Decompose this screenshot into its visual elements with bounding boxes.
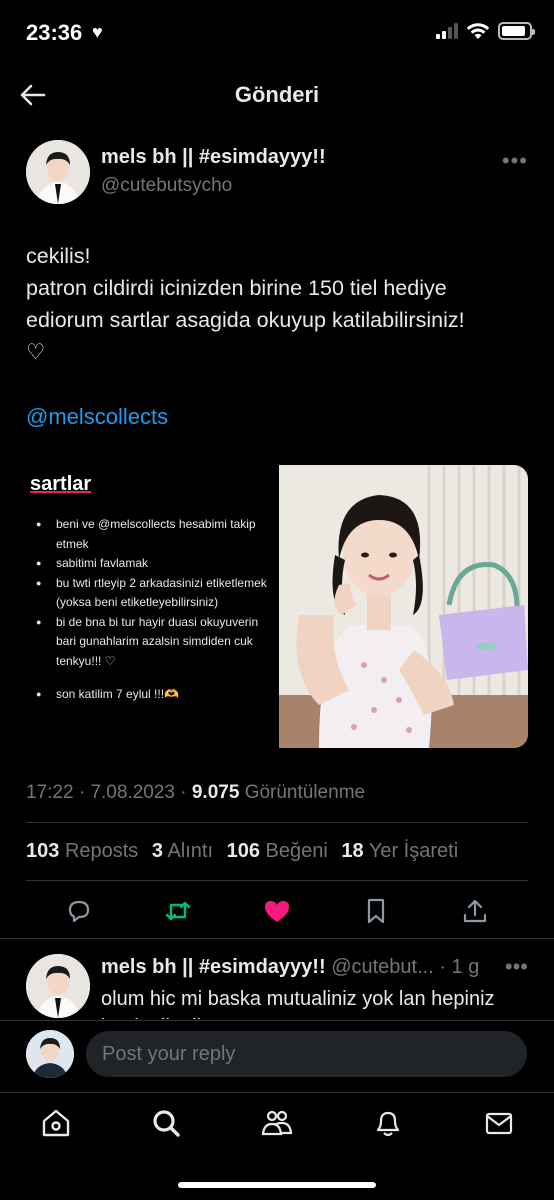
more-options-button[interactable]: ••• xyxy=(502,148,528,174)
post-date: 7.08.2023 xyxy=(90,782,175,803)
rules-image: sartlar beni ve @melscollects hesabimi t… xyxy=(26,465,278,748)
self-avatar xyxy=(26,1030,74,1078)
battery-icon xyxy=(498,22,535,40)
reply-author-avatar[interactable] xyxy=(26,954,90,1018)
post-text-line: patron cildirdi icinizden birine 150 tie… xyxy=(26,276,447,300)
reply-author-name: mels bh || #esimdayyy!! xyxy=(101,956,326,978)
communities-icon xyxy=(261,1110,293,1136)
nav-communities[interactable] xyxy=(261,1107,293,1139)
rules-list: beni ve @melscollects hesabimi takip etm… xyxy=(34,515,278,705)
author-avatar[interactable] xyxy=(26,140,90,204)
nav-notifications[interactable] xyxy=(372,1107,404,1139)
bookmark-button[interactable] xyxy=(361,896,391,926)
share-button[interactable] xyxy=(460,896,490,926)
reply-age: · 1 g xyxy=(439,956,480,978)
signal-icon xyxy=(436,23,458,39)
bookmarks-stat[interactable]: 18 Yer İşareti xyxy=(341,840,458,862)
reply-author[interactable]: mels bh || #esimdayyy!! @cutebut... · 1 … xyxy=(101,956,479,979)
status-bar: 23:36 ♥ xyxy=(0,0,554,66)
heart-filled-icon xyxy=(265,901,289,922)
post-stats: 103 Reposts 3 Alıntı 106 Beğeni 18 Yer İ… xyxy=(26,840,466,863)
post-time: 17:22 xyxy=(26,782,74,803)
like-button[interactable] xyxy=(262,896,292,926)
divider xyxy=(26,880,528,881)
views-label: Görüntülenme xyxy=(244,782,366,803)
notifications-icon xyxy=(376,1111,400,1137)
rule-item: bu twti rtleyip 2 arkadasinizi etiketlem… xyxy=(34,574,278,613)
author-handle[interactable]: @cutebutsycho xyxy=(101,175,232,197)
post-media[interactable]: sartlar beni ve @melscollects hesabimi t… xyxy=(26,465,528,748)
rule-item: bi de bna bi tur hayir duasi okuyuverin … xyxy=(34,613,278,672)
divider xyxy=(26,822,528,823)
rule-item: sabitimi favlamak xyxy=(34,554,278,574)
post-text-line: cekilis! xyxy=(26,244,91,268)
post-meta: 17:22 · 7.08.2023 · 9.075 Görüntülenme xyxy=(26,782,366,803)
repost-icon xyxy=(165,901,191,921)
search-icon xyxy=(153,1110,180,1137)
nav-search[interactable] xyxy=(150,1107,182,1139)
quotes-stat[interactable]: 3 Alıntı xyxy=(152,840,213,862)
nav-home[interactable] xyxy=(40,1107,72,1139)
views-count: 9.075 xyxy=(191,782,240,803)
rule-item: son katilim 7 eylul !!!🫶 xyxy=(34,685,278,705)
photo-image xyxy=(279,465,528,748)
avatar-image xyxy=(26,954,90,1018)
reply-author-handle: @cutebut... xyxy=(331,956,434,978)
avatar-image xyxy=(26,140,90,204)
page-title: Gönderi xyxy=(234,82,320,107)
post-text-line: ediorum sartlar asagida okuyup katilabil… xyxy=(26,308,465,332)
nav-messages[interactable] xyxy=(483,1107,515,1139)
home-icon xyxy=(42,1109,70,1137)
header: Gönderi xyxy=(0,66,554,124)
repost-button[interactable] xyxy=(163,896,193,926)
messages-icon xyxy=(485,1112,513,1135)
post-text-line: ♡ xyxy=(26,340,46,364)
rule-item: beni ve @melscollects hesabimi takip etm… xyxy=(34,515,278,554)
reposts-stat[interactable]: 103 Reposts xyxy=(26,840,138,862)
bookmark-icon xyxy=(367,898,385,924)
home-indicator xyxy=(178,1182,376,1188)
likes-stat[interactable]: 106 Beğeni xyxy=(227,840,328,862)
mention-link[interactable]: @melscollects xyxy=(26,404,168,430)
divider xyxy=(0,938,554,939)
author-name[interactable]: mels bh || #esimdayyy!! xyxy=(101,146,326,169)
status-icons xyxy=(436,22,535,40)
reply-input[interactable] xyxy=(86,1031,527,1077)
reply-text: olum hic mi baska mutualiniz yok lan hep… xyxy=(101,988,495,1019)
status-time: 23:36 xyxy=(26,20,83,45)
rules-title: sartlar xyxy=(30,473,92,495)
wifi-icon xyxy=(466,23,490,39)
reply-button[interactable] xyxy=(64,896,94,926)
comment-icon xyxy=(68,900,90,923)
share-icon xyxy=(463,899,487,923)
reply-more-button[interactable]: ••• xyxy=(505,954,528,980)
avatar-image xyxy=(26,1030,74,1078)
post-text: cekilis! patron cildirdi icinizden birin… xyxy=(26,240,531,368)
heart-icon: ♥ xyxy=(92,22,103,42)
post-actions xyxy=(0,892,554,932)
